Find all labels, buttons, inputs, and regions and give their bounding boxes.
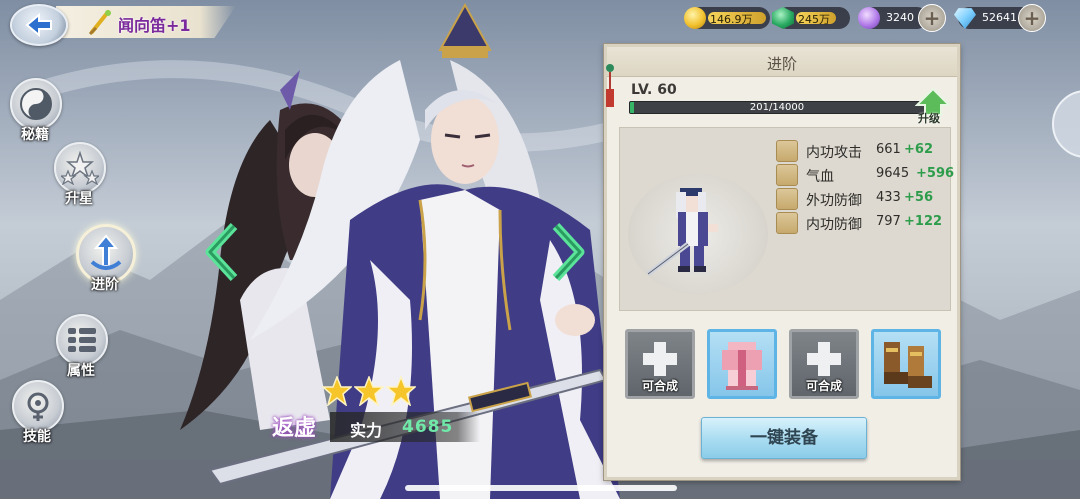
stat-name: 外功防御	[806, 193, 862, 209]
stat-value: 661	[876, 142, 901, 157]
stat-name: 内功攻击	[806, 145, 862, 161]
stat-name: 气血	[806, 169, 834, 185]
currency-gem: 245万	[772, 7, 850, 29]
hero-sprite-frame	[628, 174, 768, 294]
equip-all-button[interactable]: 一键装备	[701, 417, 867, 459]
stat-bonus: +122	[904, 214, 943, 229]
slot-label: 可合成	[805, 379, 842, 393]
stat-value: 9645	[876, 166, 910, 181]
crystal-amount: 3240	[886, 11, 914, 24]
prev-hero-arrow-icon[interactable]	[204, 222, 244, 282]
upgrade-label: 升级	[918, 112, 940, 125]
menu-label-attributes: 属性	[67, 363, 95, 379]
back-button[interactable]	[10, 4, 68, 46]
menu-label-star-up: 升星	[65, 191, 93, 207]
boots-icon	[884, 342, 932, 388]
hero-rank-badge: 返虚	[272, 415, 317, 441]
panel-header: 进阶	[607, 47, 957, 77]
shield-icon	[776, 212, 798, 234]
next-hero-arrow-icon[interactable]	[546, 222, 586, 282]
gem-amount: 245万	[798, 13, 830, 26]
sword-icon	[776, 140, 798, 162]
stat-bonus: +56	[904, 190, 933, 205]
stats-area: 内功攻击 661 +62 气血 9645 +596 外功防御 433 +56 内…	[619, 127, 955, 311]
panel-title: 进阶	[766, 55, 797, 73]
stat-bonus: +62	[904, 142, 933, 157]
advance-panel: 进阶 LV. 60 201/14000 升级 内功攻击 661 +62 气血 9…	[604, 44, 960, 480]
star-icon	[386, 376, 416, 406]
home-indicator-bar	[405, 485, 677, 491]
menu-item-skills[interactable]: 技能	[4, 380, 70, 446]
hero-level: LV. 60	[631, 82, 677, 98]
add-diamond-button[interactable]: +	[1018, 4, 1046, 32]
armor-icon	[776, 188, 798, 210]
hero-power: 实力 4685	[330, 412, 480, 442]
brush-weapon-icon	[88, 10, 111, 36]
exp-progress-bar: 201/14000	[629, 101, 925, 114]
equipment-slot-1[interactable]: 可合成	[625, 329, 695, 399]
plus-icon: +	[1023, 6, 1041, 30]
slot-label: 可合成	[641, 379, 678, 393]
menu-item-star-up[interactable]: 升星	[46, 142, 112, 208]
power-value: 4685	[402, 417, 454, 437]
hero-star-rating	[322, 376, 416, 406]
hero-name-banner: 闻向笛+1	[56, 6, 236, 38]
menu-item-secrets[interactable]: 秘籍	[2, 78, 68, 144]
diamond-amount: 52641	[982, 11, 1017, 24]
menu-item-advance[interactable]: 进阶	[72, 224, 138, 294]
skill-icon	[27, 392, 49, 421]
gold-amount: 146.9万	[710, 13, 753, 26]
menu-label-skills: 技能	[23, 429, 51, 445]
tassel-ornament-icon	[606, 64, 614, 107]
currency-gold: 146.9万	[684, 7, 770, 29]
exp-progress-text: 201/14000	[749, 102, 805, 113]
back-arrow-icon	[25, 12, 52, 38]
advance-arrow-icon	[90, 234, 122, 270]
stat-name: 内功防御	[806, 217, 862, 233]
plus-icon: +	[923, 6, 941, 30]
stars-icon	[61, 151, 99, 185]
stat-bonus: +596	[916, 166, 955, 181]
heart-icon	[776, 164, 798, 186]
equipment-slot-4[interactable]	[871, 329, 941, 399]
yin-yang-icon	[20, 88, 52, 120]
hero-name-text: 闻向笛+1	[118, 16, 191, 35]
equipment-slot-2[interactable]	[707, 329, 777, 399]
menu-label-secrets: 秘籍	[21, 127, 49, 143]
menu-item-attributes[interactable]: 属性	[48, 314, 114, 380]
star-icon	[354, 376, 384, 406]
stat-value: 433	[876, 190, 901, 205]
menu-label-advance: 进阶	[91, 277, 119, 293]
upgrade-button[interactable]: 升级	[914, 87, 952, 125]
pink-robe-icon	[722, 342, 762, 390]
add-crystal-button[interactable]: +	[918, 4, 946, 32]
hero-pixel-sprite-icon	[646, 188, 718, 276]
purple-crystal-icon	[858, 7, 880, 29]
stat-value: 797	[876, 214, 901, 229]
star-icon	[322, 376, 352, 406]
attributes-icon	[68, 328, 96, 352]
power-label: 实力	[350, 421, 383, 440]
gold-coin-icon	[684, 7, 706, 29]
equipment-slot-3[interactable]: 可合成	[789, 329, 859, 399]
